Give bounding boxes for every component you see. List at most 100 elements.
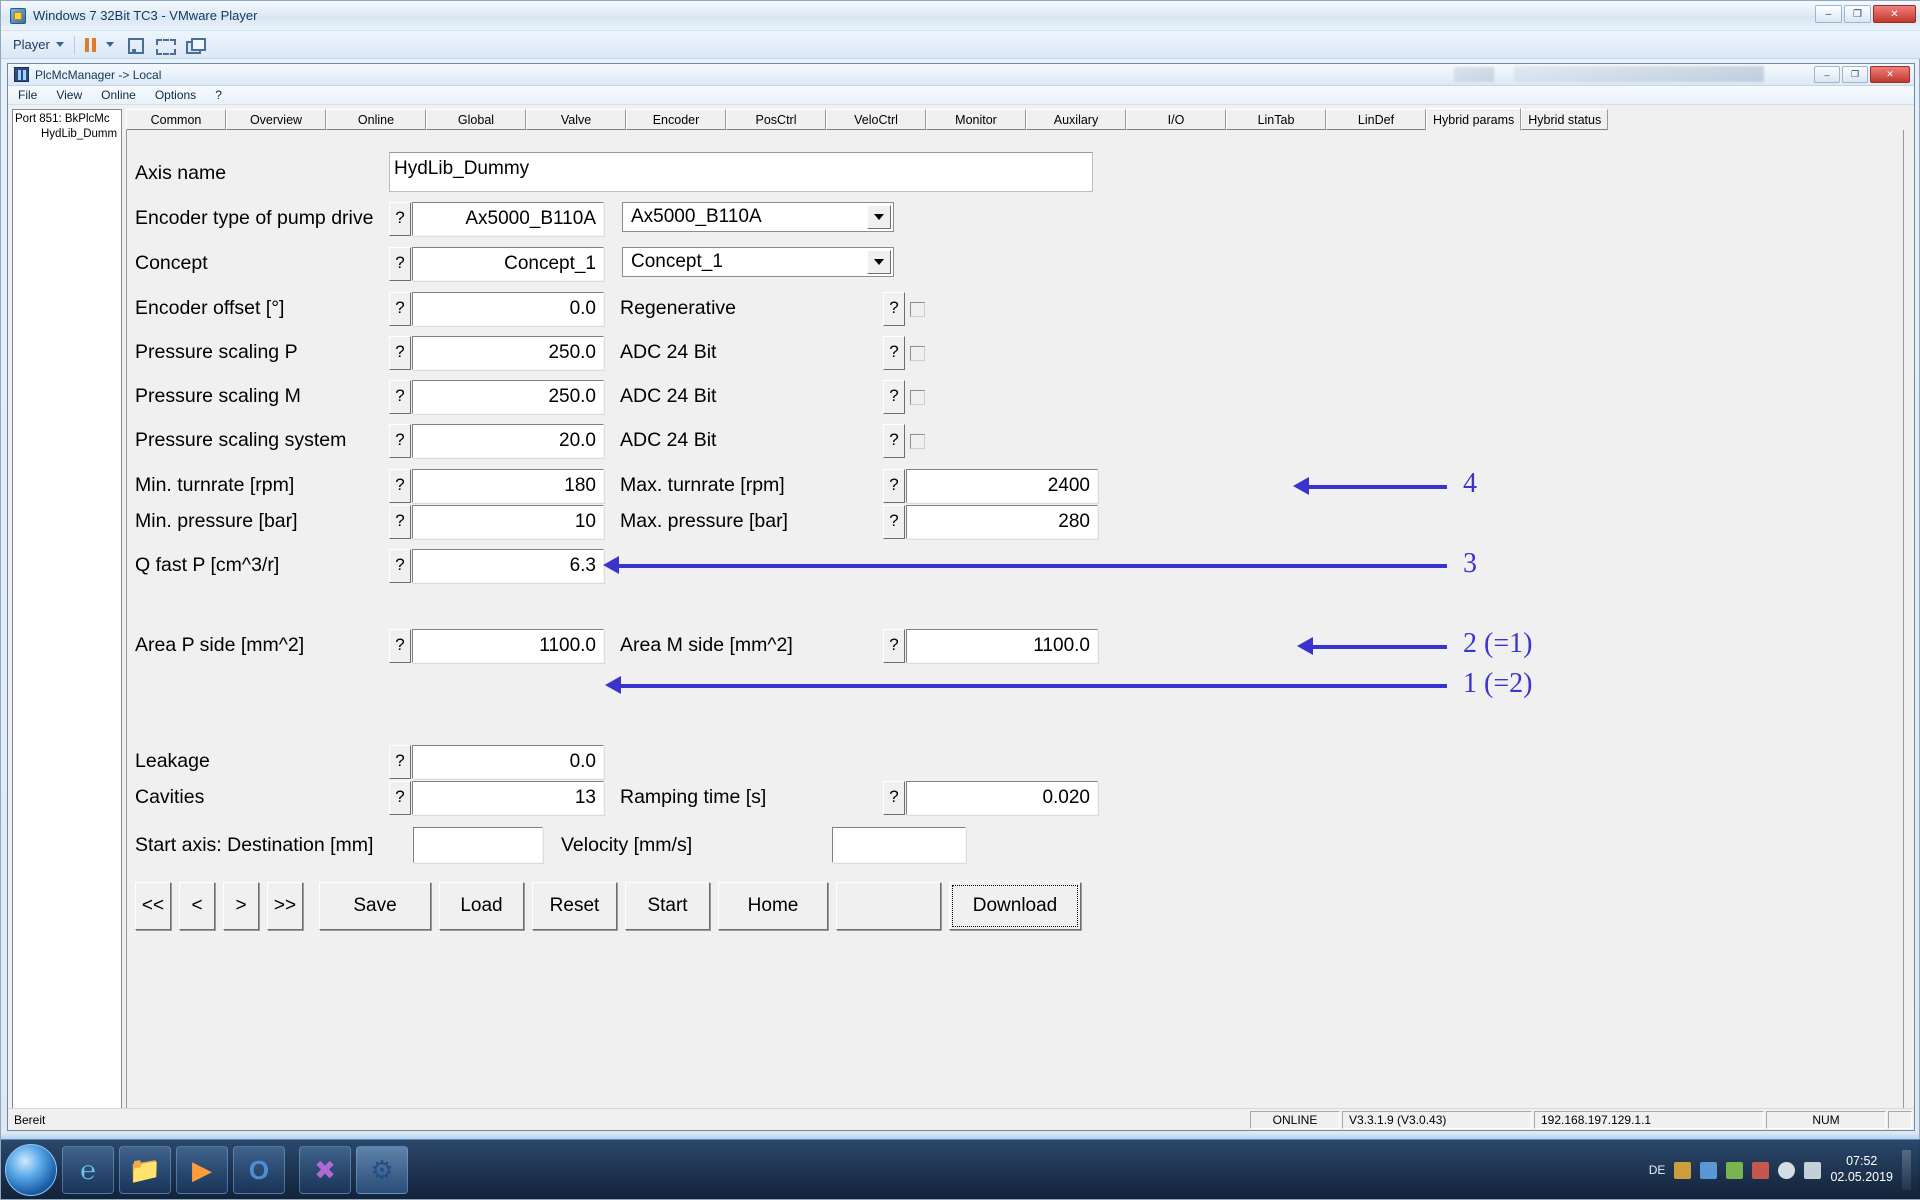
tab-overview[interactable]: Overview xyxy=(226,109,326,130)
tab-lindef[interactable]: LinDef xyxy=(1326,109,1426,130)
unity-mode-icon[interactable] xyxy=(124,36,144,54)
encoder-type-dropdown[interactable]: Ax5000_B110A xyxy=(622,202,894,232)
adc-24-bit-2-help-button[interactable]: ? xyxy=(883,380,905,414)
vmware-minimize-button[interactable]: – xyxy=(1815,5,1842,23)
app-maximize-button[interactable]: ❐ xyxy=(1842,66,1868,83)
load-button[interactable]: Load xyxy=(439,882,524,930)
encoder-offset-help-button[interactable]: ? xyxy=(389,292,411,326)
velocity-field[interactable] xyxy=(832,827,966,863)
tray-language[interactable]: DE xyxy=(1649,1163,1666,1177)
q-fast-p-field[interactable]: 6.3 xyxy=(412,549,604,583)
area-p-help-button[interactable]: ? xyxy=(389,629,411,663)
chevron-down-icon[interactable] xyxy=(867,250,891,274)
tray-network-icon[interactable] xyxy=(1778,1161,1796,1179)
min-turnrate-field[interactable]: 180 xyxy=(412,469,604,503)
encoder-type-field[interactable]: Ax5000_B110A xyxy=(412,202,604,236)
area-p-field[interactable]: 1100.0 xyxy=(412,629,604,663)
tab-valve[interactable]: Valve xyxy=(526,109,626,130)
tray-volume-icon[interactable] xyxy=(1804,1161,1822,1179)
encoder-offset-field[interactable]: 0.0 xyxy=(412,292,604,326)
tab-lintab[interactable]: LinTab xyxy=(1226,109,1326,130)
download-button[interactable]: Download xyxy=(949,882,1081,930)
tab-monitor[interactable]: Monitor xyxy=(926,109,1026,130)
show-desktop-button[interactable] xyxy=(1902,1150,1911,1190)
min-pressure-help-button[interactable]: ? xyxy=(389,505,411,539)
area-m-help-button[interactable]: ? xyxy=(883,629,905,663)
vmware-window-controls[interactable]: – ❐ ✕ xyxy=(1815,5,1916,23)
pressure-scaling-system-field[interactable]: 20.0 xyxy=(412,424,604,458)
concept-dropdown[interactable]: Concept_1 xyxy=(622,247,894,277)
concept-help-button[interactable]: ? xyxy=(389,247,411,281)
home-button[interactable]: Home xyxy=(718,882,828,930)
leakage-help-button[interactable]: ? xyxy=(389,745,411,779)
menu-item-view[interactable]: View xyxy=(56,88,82,102)
tray-icon-3[interactable] xyxy=(1726,1161,1744,1179)
tab-hybrid-params[interactable]: Hybrid params xyxy=(1426,108,1522,131)
tab-hybrid-status[interactable]: Hybrid status xyxy=(1521,109,1609,130)
max-turnrate-help-button[interactable]: ? xyxy=(883,469,905,503)
vmware-maximize-button[interactable]: ❐ xyxy=(1844,5,1871,23)
regenerative-help-button[interactable]: ? xyxy=(883,292,905,326)
fullscreen-icon[interactable] xyxy=(154,36,176,55)
pause-icon[interactable] xyxy=(84,37,96,52)
blank-button[interactable] xyxy=(836,882,941,930)
start-button[interactable]: Start xyxy=(625,882,710,930)
vmware-close-button[interactable]: ✕ xyxy=(1873,5,1916,23)
start-button[interactable] xyxy=(5,1143,57,1196)
menu-item-options[interactable]: Options xyxy=(155,88,196,102)
app-minimize-button[interactable]: – xyxy=(1814,66,1840,83)
ramping-time-field[interactable]: 0.020 xyxy=(906,781,1098,815)
taskbar-visual-studio-icon[interactable]: ✖ xyxy=(299,1145,351,1194)
max-turnrate-field[interactable]: 2400 xyxy=(906,469,1098,503)
adc-24-bit-2-checkbox[interactable] xyxy=(910,390,925,405)
menu-item-file[interactable]: File xyxy=(18,88,37,102)
q-fast-p-help-button[interactable]: ? xyxy=(389,549,411,583)
start-axis-destination-field[interactable] xyxy=(413,827,543,863)
adc-24-bit-3-checkbox[interactable] xyxy=(910,434,925,449)
tray-icon-4[interactable] xyxy=(1752,1161,1770,1179)
cavities-help-button[interactable]: ? xyxy=(389,781,411,815)
save-button[interactable]: Save xyxy=(319,882,431,930)
tab-auxilary[interactable]: Auxilary xyxy=(1026,109,1126,130)
tab-global[interactable]: Global xyxy=(426,109,526,130)
taskbar-clock[interactable]: 07:52 02.05.2019 xyxy=(1830,1154,1893,1185)
encoder-type-help-button[interactable]: ? xyxy=(389,202,411,236)
max-pressure-field[interactable]: 280 xyxy=(906,505,1098,539)
cavities-field[interactable]: 13 xyxy=(412,781,604,815)
adc-24-bit-1-checkbox[interactable] xyxy=(910,346,925,361)
regenerative-checkbox[interactable] xyxy=(910,302,925,317)
player-menu-button[interactable]: Player xyxy=(13,37,64,52)
ramping-time-help-button[interactable]: ? xyxy=(883,781,905,815)
status-resize-grip[interactable] xyxy=(1888,1110,1912,1129)
tab-posctrl[interactable]: PosCtrl xyxy=(726,109,826,130)
taskbar-outlook-icon[interactable]: O xyxy=(233,1145,285,1194)
multiple-monitors-icon[interactable] xyxy=(184,36,206,54)
pressure-scaling-p-field[interactable]: 250.0 xyxy=(412,336,604,370)
axis-name-field[interactable]: HydLib_Dummy xyxy=(389,152,1093,192)
tray-icon-1[interactable] xyxy=(1674,1161,1692,1179)
concept-field[interactable]: Concept_1 xyxy=(412,247,604,281)
tab-encoder[interactable]: Encoder xyxy=(626,109,726,130)
app-window-controls[interactable]: – ❐ ✕ xyxy=(1814,66,1910,83)
reset-button[interactable]: Reset xyxy=(532,882,617,930)
adc-24-bit-1-help-button[interactable]: ? xyxy=(883,336,905,370)
pressure-scaling-system-help-button[interactable]: ? xyxy=(389,424,411,458)
menu-item-help[interactable]: ? xyxy=(215,88,222,102)
tree-node-axis[interactable]: HydLib_Dumm xyxy=(15,127,121,142)
chevron-down-icon[interactable] xyxy=(105,42,114,47)
min-turnrate-help-button[interactable]: ? xyxy=(389,469,411,503)
prev-button[interactable]: < xyxy=(179,882,215,930)
tab-online[interactable]: Online xyxy=(326,109,426,130)
adc-24-bit-3-help-button[interactable]: ? xyxy=(883,424,905,458)
taskbar-media-player-icon[interactable]: ▶ xyxy=(176,1145,228,1194)
device-tree[interactable]: Port 851: BkPlcMc HydLib_Dumm xyxy=(12,109,122,1109)
chevron-down-icon[interactable] xyxy=(867,205,891,229)
taskbar-windows-explorer-icon[interactable]: 📁 xyxy=(119,1145,171,1194)
taskbar-internet-explorer-icon[interactable]: ℮ xyxy=(62,1145,114,1194)
last-button[interactable]: >> xyxy=(267,882,303,930)
taskbar-twincat-icon[interactable]: ⚙ xyxy=(356,1145,408,1194)
next-button[interactable]: > xyxy=(223,882,259,930)
min-pressure-field[interactable]: 10 xyxy=(412,505,604,539)
first-button[interactable]: << xyxy=(135,882,171,930)
max-pressure-help-button[interactable]: ? xyxy=(883,505,905,539)
